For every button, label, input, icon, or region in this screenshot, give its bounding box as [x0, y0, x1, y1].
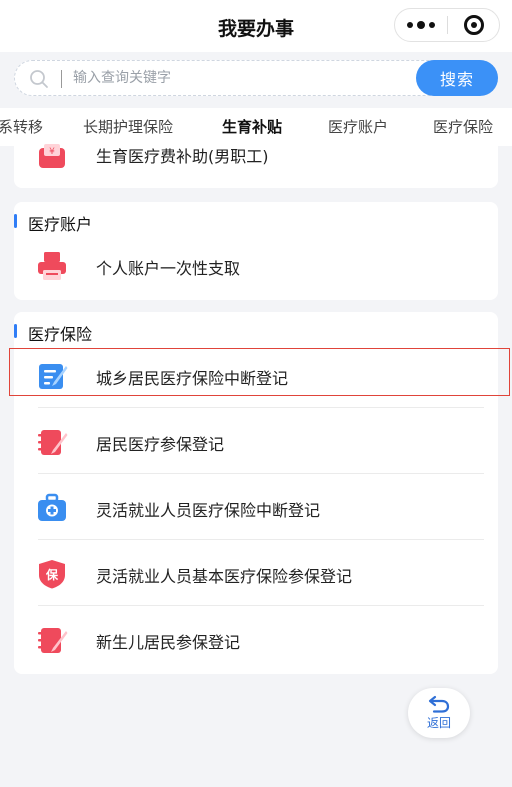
service-item-label: 城乡居民医疗保险中断登记 — [96, 369, 289, 388]
dot-icon — [429, 22, 435, 28]
search-input[interactable] — [73, 63, 413, 93]
search-divider — [61, 70, 62, 88]
search-button[interactable]: 搜索 — [416, 60, 498, 96]
service-item[interactable]: 新生儿居民参保登记 — [24, 610, 488, 670]
blue-notepad-icon — [39, 364, 68, 389]
section-title: 医疗账户 — [14, 211, 92, 234]
item-divider — [38, 407, 484, 408]
red-wallet-icon: ¥ — [39, 144, 65, 168]
back-button[interactable]: 返回 — [408, 688, 470, 738]
red-notebook-icon — [38, 628, 68, 653]
top-nav-bar: 我要办事 — [0, 0, 512, 52]
search-bar: 搜索 — [14, 60, 498, 96]
service-item-label: 个人账户一次性支取 — [96, 259, 241, 278]
service-item[interactable]: 城乡居民医疗保险中断登记 — [24, 346, 488, 406]
maternity-card: ¥ 生育医疗费补助(男职工) — [14, 144, 498, 188]
target-close-icon — [463, 15, 484, 35]
dot-icon — [407, 22, 413, 28]
service-item[interactable]: 保 灵活就业人员基本医疗保险参保登记 — [24, 544, 488, 604]
return-arrow-icon — [428, 695, 450, 713]
svg-text:¥: ¥ — [49, 147, 55, 157]
service-item[interactable]: ¥ 生育医疗费补助(男职工) — [24, 128, 488, 188]
service-item-label: 灵活就业人员基本医疗保险参保登记 — [96, 567, 353, 586]
red-printer-icon — [38, 252, 66, 280]
medical-account-card: 医疗账户 个人账户一次性支取 — [14, 202, 498, 300]
back-label: 返回 — [426, 716, 451, 730]
item-divider — [38, 539, 484, 540]
item-divider — [38, 605, 484, 606]
service-item-label: 灵活就业人员医疗保险中断登记 — [96, 501, 321, 520]
search-icon — [30, 70, 48, 88]
red-notebook-icon — [38, 430, 68, 455]
mini-program-capsule — [394, 8, 500, 42]
service-item-label: 居民医疗参保登记 — [96, 435, 225, 454]
service-item[interactable]: 灵活就业人员医疗保险中断登记 — [24, 478, 488, 538]
service-item[interactable]: 个人账户一次性支取 — [24, 236, 488, 296]
red-shield-icon: 保 — [39, 560, 65, 589]
service-item[interactable]: 居民医疗参保登记 — [24, 412, 488, 472]
more-options-button[interactable] — [395, 9, 447, 41]
service-item-label: 生育医疗费补助(男职工) — [96, 147, 269, 166]
service-item-label: 新生儿居民参保登记 — [96, 633, 241, 652]
item-divider — [38, 473, 484, 474]
svg-text:保: 保 — [45, 567, 59, 582]
close-mini-program-button[interactable] — [448, 9, 499, 41]
medical-insurance-card: 医疗保险 城乡居民医疗保险中断登记 居民医疗参保登记 灵活就业人员医疗保险中断登… — [14, 312, 498, 674]
dot-icon — [417, 21, 425, 29]
blue-medkit-icon — [38, 493, 66, 521]
section-title: 医疗保险 — [14, 321, 92, 344]
